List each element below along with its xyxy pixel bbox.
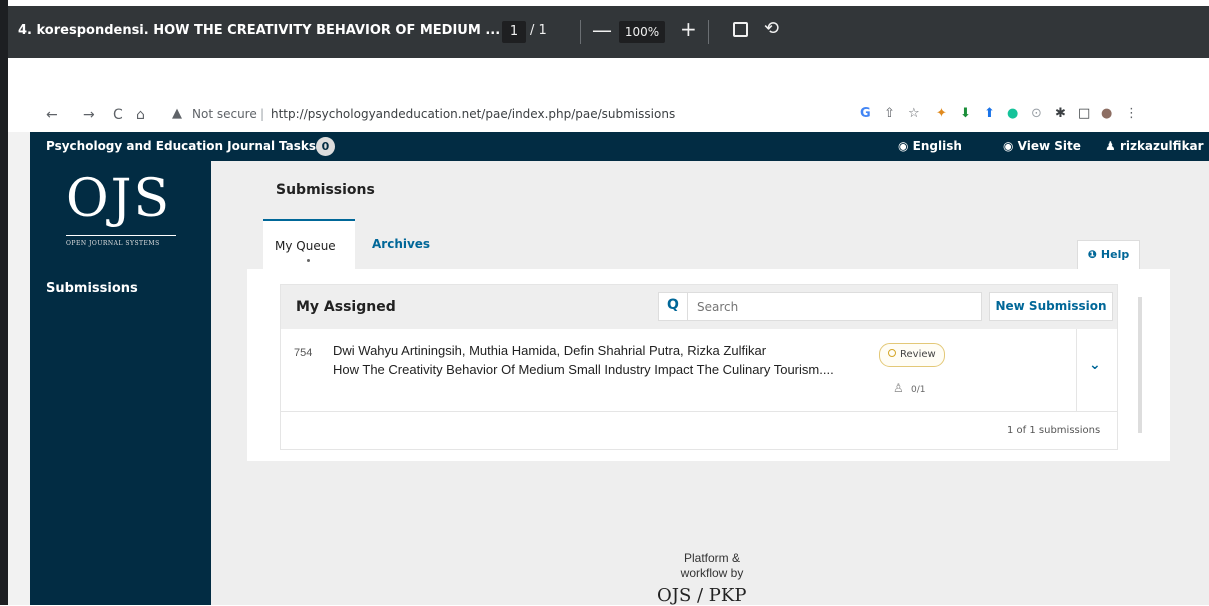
security-indicator[interactable]: Not secure: [192, 107, 257, 121]
ojs-logo[interactable]: OJS: [66, 169, 171, 229]
help-label: Help: [1100, 248, 1130, 261]
tasks-link[interactable]: Tasks: [279, 139, 316, 153]
submissions-panel: My Assigned Q New Submission 754 Dwi Wah…: [247, 269, 1170, 461]
warning-icon: ▲: [172, 106, 182, 121]
toolbar-divider: [708, 20, 709, 44]
stage-ring-icon: [888, 349, 896, 357]
footer-line-1: Platform &: [683, 551, 740, 565]
submission-authors: Dwi Wahyu Artiningsih, Muthia Hamida, De…: [333, 343, 767, 358]
user-icon: ♟: [1105, 139, 1120, 153]
pdf-page-input[interactable]: 1: [502, 21, 526, 43]
toolbar-divider: [580, 20, 581, 44]
submission-count: 1 of 1 submissions: [1007, 425, 1101, 436]
footer-credit: Platform & workflow by: [677, 551, 747, 581]
bookmark-star-icon[interactable]: ☆: [908, 106, 920, 121]
tab-archives[interactable]: Archives: [372, 237, 430, 251]
download-icon[interactable]: ⬇: [960, 106, 971, 121]
back-arrow-icon[interactable]: ←: [46, 107, 58, 123]
pdf-page-total: / 1: [530, 23, 547, 38]
stage-label: Review: [900, 349, 936, 360]
language-label: English: [912, 139, 962, 153]
search-field: Q: [658, 292, 982, 321]
browser-menu-icon[interactable]: ⋮: [1125, 106, 1138, 121]
pdf-document-title: 4. korespondensi. HOW THE CREATIVITY BEH…: [18, 23, 501, 38]
tasks-count-badge[interactable]: 0: [316, 137, 335, 156]
eye-icon: ◉: [1003, 139, 1018, 153]
tab-my-queue[interactable]: My Queue: [263, 219, 355, 270]
sidebar-item-submissions[interactable]: Submissions: [46, 281, 138, 296]
new-submission-button[interactable]: New Submission: [989, 292, 1113, 321]
submissions-list: My Assigned Q New Submission 754 Dwi Wah…: [280, 284, 1118, 450]
username-label: rizkazulfikar: [1119, 139, 1204, 153]
submission-id: 754: [294, 347, 313, 359]
user-menu[interactable]: ♟ rizkazulfikar: [1105, 139, 1204, 153]
ojs-header: Psychology and Education Journal Tasks 0…: [30, 132, 1209, 161]
tab-active-dot: [307, 259, 310, 262]
extensions-puzzle-icon[interactable]: ✱: [1055, 106, 1066, 121]
grammarly-icon[interactable]: ●: [1007, 106, 1018, 121]
profile-avatar-icon[interactable]: ●: [1101, 106, 1112, 121]
fit-to-page-icon[interactable]: [733, 22, 748, 37]
sidebar: OJS OPEN JOURNAL SYSTEMS Submissions: [30, 161, 211, 605]
language-menu[interactable]: ◉ English: [898, 139, 962, 153]
rotate-icon[interactable]: ⟲: [764, 18, 779, 39]
main-content: Submissions My Queue Archives ❶ Help My …: [211, 161, 1209, 606]
list-title: My Assigned: [296, 299, 396, 315]
mouse-icon[interactable]: ⊙: [1031, 106, 1042, 121]
chevron-down-icon[interactable]: ⌄: [1089, 357, 1101, 373]
zoom-out-button[interactable]: —: [592, 18, 612, 42]
submission-title[interactable]: How The Creativity Behavior Of Medium Sm…: [333, 362, 834, 377]
url-text[interactable]: http://psychologyandeducation.net/pae/in…: [271, 107, 675, 121]
extension-arrow-icon[interactable]: ⬆: [984, 106, 995, 121]
side-panel-icon[interactable]: □: [1078, 106, 1090, 121]
address-bar: ← → C ⌂ ▲ Not secure | http://psychology…: [8, 98, 1209, 132]
forward-arrow-icon[interactable]: →: [83, 107, 95, 123]
logo-rule: [66, 235, 176, 236]
help-icon: ❶: [1087, 248, 1101, 261]
globe-icon: ◉: [898, 139, 913, 153]
share-icon[interactable]: ⇧: [884, 106, 895, 121]
footer-line-2: workflow by: [680, 566, 744, 580]
pdf-viewer-toolbar: 4. korespondensi. HOW THE CREATIVITY BEH…: [8, 6, 1209, 58]
search-icon: Q: [667, 297, 679, 313]
tab-my-queue-label: My Queue: [275, 239, 336, 253]
table-row[interactable]: 754 Dwi Wahyu Artiningsih, Muthia Hamida…: [281, 329, 1117, 412]
review-count: 0/1: [911, 385, 926, 395]
page-title: Submissions: [276, 182, 375, 198]
ojs-logo-subtitle: OPEN JOURNAL SYSTEMS: [66, 240, 160, 247]
extension-icon[interactable]: ✦: [936, 106, 947, 121]
google-icon[interactable]: G: [860, 106, 871, 121]
view-site-label: View Site: [1017, 139, 1081, 153]
row-divider: [1076, 329, 1077, 411]
url-divider: |: [260, 107, 265, 121]
left-edge: [0, 0, 8, 605]
help-button[interactable]: ❶ Help: [1077, 240, 1140, 270]
search-input[interactable]: [695, 295, 969, 319]
home-icon[interactable]: ⌂: [136, 107, 145, 123]
list-header: My Assigned Q New Submission: [281, 285, 1117, 329]
pkp-brand-link[interactable]: OJS / PKP: [657, 585, 746, 606]
search-divider: [687, 293, 688, 320]
reviewer-icon: ♙: [893, 381, 904, 395]
stage-badge: Review: [879, 343, 945, 367]
reload-icon[interactable]: C: [113, 107, 123, 123]
zoom-in-button[interactable]: +: [680, 17, 697, 41]
view-site-link[interactable]: ◉ View Site: [1003, 139, 1081, 153]
tab-strip: [8, 58, 1209, 98]
zoom-level-input[interactable]: 100%: [619, 21, 665, 43]
journal-title-link[interactable]: Psychology and Education Journal: [46, 139, 275, 153]
panel-scrollbar[interactable]: [1138, 297, 1142, 433]
